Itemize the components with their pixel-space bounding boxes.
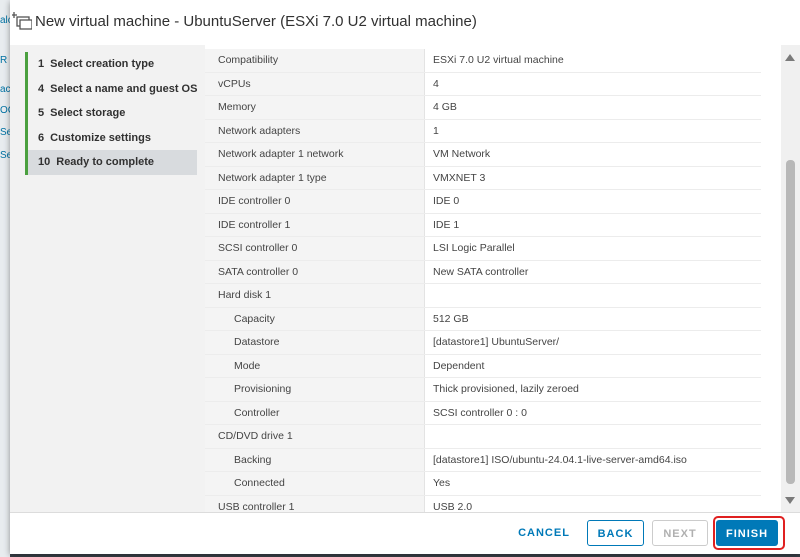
summary-row: Network adapter 1 network VM Network xyxy=(205,142,761,167)
summary-row-value: 512 GB xyxy=(424,307,761,331)
summary-row: IDE controller 1 IDE 1 xyxy=(205,213,761,237)
new-vm-dialog: New virtual machine - UbuntuServer (ESXi… xyxy=(10,0,800,554)
summary-row-value: 4 xyxy=(424,72,761,96)
step-number: 1 xyxy=(38,58,45,70)
step-label: Ready to complete xyxy=(56,156,155,168)
step-label: Select a name and guest OS xyxy=(50,82,198,95)
scroll-down-arrow-icon[interactable] xyxy=(785,497,795,504)
summary-row-label: Provisioning xyxy=(205,377,425,402)
summary-row: Network adapters 1 xyxy=(205,119,761,143)
summary-row-label: Compatibility xyxy=(205,49,425,73)
step-number: 10 xyxy=(38,156,51,168)
summary-row: SATA controller 0 New SATA controller xyxy=(205,260,761,284)
summary-row-label: Mode xyxy=(205,354,425,378)
summary-row: USB controller 1 USB 2.0 xyxy=(205,495,761,512)
summary-row-value: USB 2.0 xyxy=(424,495,761,512)
summary-row-label: IDE controller 1 xyxy=(205,213,425,237)
summary-row-value: LSI Logic Parallel xyxy=(424,236,761,261)
summary-row: vCPUs 4 xyxy=(205,72,761,96)
summary-row-label: Datastore xyxy=(205,330,425,355)
dialog-title: New virtual machine - UbuntuServer (ESXi… xyxy=(35,13,477,30)
summary-row-value: ESXi 7.0 U2 virtual machine xyxy=(424,49,761,73)
summary-row: Memory 4 GB xyxy=(205,95,761,120)
summary-row: CD/DVD drive 1 xyxy=(205,424,761,449)
background-fragment: R xyxy=(0,55,8,66)
cancel-button[interactable]: CANCEL xyxy=(512,520,576,546)
summary-row: Connected Yes xyxy=(205,471,761,496)
back-button[interactable]: BACK xyxy=(587,520,644,546)
step-select-creation-type[interactable]: 1 Select creation type xyxy=(25,52,197,77)
summary-row: Datastore [datastore1] UbuntuServer/ xyxy=(205,330,761,355)
summary-row-value: VM Network xyxy=(424,142,761,167)
summary-row-label: Network adapter 1 type xyxy=(205,166,425,190)
summary-row-value: IDE 0 xyxy=(424,189,761,214)
summary-row-label: SATA controller 0 xyxy=(205,260,425,284)
summary-row-value: New SATA controller xyxy=(424,260,761,284)
summary-row-label: Connected xyxy=(205,471,425,496)
summary-row-label: vCPUs xyxy=(205,72,425,96)
scrollbar-thumb[interactable] xyxy=(786,160,795,484)
summary-row-value: SCSI controller 0 : 0 xyxy=(424,401,761,425)
step-ready-to-complete[interactable]: 10 Ready to complete xyxy=(25,150,197,175)
summary-row: Controller SCSI controller 0 : 0 xyxy=(205,401,761,425)
summary-row-label: CD/DVD drive 1 xyxy=(205,424,425,449)
summary-row-value: VMXNET 3 xyxy=(424,166,761,190)
wizard-body: 1 Select creation type 4 Select a name and… xyxy=(10,45,800,512)
summary-row-value: 4 GB xyxy=(424,95,761,120)
background-fragment: ac xyxy=(0,84,11,95)
step-number: 4 xyxy=(38,82,45,95)
summary-row: Network adapter 1 type VMXNET 3 xyxy=(205,166,761,190)
step-number: 6 xyxy=(38,131,45,144)
summary-row-label: Hard disk 1 xyxy=(205,283,425,308)
summary-row-label: IDE controller 0 xyxy=(205,189,425,214)
summary-row-label: SCSI controller 0 xyxy=(205,236,425,261)
summary-row-value: 1 xyxy=(424,119,761,143)
summary-row-value: Yes xyxy=(424,471,761,496)
summary-row: Capacity 512 GB xyxy=(205,307,761,331)
step-label: Select creation type xyxy=(50,58,155,70)
summary-row: Mode Dependent xyxy=(205,354,761,378)
summary-row: Hard disk 1 xyxy=(205,283,761,308)
summary-row: Backing [datastore1] ISO/ubuntu-24.04.1-l… xyxy=(205,448,761,472)
summary-row-label: USB controller 1 xyxy=(205,495,425,512)
wizard-steps: 1 Select creation type 4 Select a name and… xyxy=(25,52,197,175)
next-button[interactable]: NEXT xyxy=(652,520,708,546)
dialog-footer: CANCEL BACK NEXT FINISH xyxy=(10,512,800,554)
summary-panel: Compatibility ESXi 7.0 U2 virtual machine… xyxy=(205,45,781,512)
step-label: Customize settings xyxy=(50,131,151,144)
dialog-titlebar: New virtual machine - UbuntuServer (ESXi… xyxy=(10,0,800,46)
summary-row-value: IDE 1 xyxy=(424,213,761,237)
summary-row-value: Dependent xyxy=(424,354,761,378)
summary-row-value: [datastore1] UbuntuServer/ xyxy=(424,330,761,355)
summary-row: Provisioning Thick provisioned, lazily ze… xyxy=(205,377,761,402)
summary-row-label: Memory xyxy=(205,95,425,120)
finish-button[interactable]: FINISH xyxy=(716,520,778,546)
new-vm-icon xyxy=(11,11,33,31)
step-number: 5 xyxy=(38,107,45,119)
summary-table: Compatibility ESXi 7.0 U2 virtual machine… xyxy=(205,49,761,512)
step-select-name-guest-os[interactable]: 4 Select a name and guest OS xyxy=(25,76,198,101)
summary-row-value xyxy=(424,424,761,449)
step-customize-settings[interactable]: 6 Customize settings xyxy=(25,125,197,150)
summary-row-value xyxy=(424,283,761,308)
summary-row-label: Backing xyxy=(205,448,425,472)
summary-row-label: Network adapters xyxy=(205,119,425,143)
background-window-strip: alc R ac OC Se Se xyxy=(0,0,15,557)
summary-row: IDE controller 0 IDE 0 xyxy=(205,189,761,214)
summary-row-value: [datastore1] ISO/ubuntu-24.04.1-live-ser… xyxy=(424,448,761,472)
summary-row: SCSI controller 0 LSI Logic Parallel xyxy=(205,236,761,261)
vertical-scrollbar[interactable] xyxy=(781,45,800,512)
summary-row-label: Capacity xyxy=(205,307,425,331)
scroll-up-arrow-icon[interactable] xyxy=(785,54,795,61)
step-select-storage[interactable]: 5 Select storage xyxy=(25,101,197,126)
summary-row: Compatibility ESXi 7.0 U2 virtual machine xyxy=(205,49,761,73)
summary-row-label: Network adapter 1 network xyxy=(205,142,425,167)
summary-row-label: Controller xyxy=(205,401,425,425)
summary-row-value: Thick provisioned, lazily zeroed xyxy=(424,377,761,402)
step-label: Select storage xyxy=(50,107,126,119)
